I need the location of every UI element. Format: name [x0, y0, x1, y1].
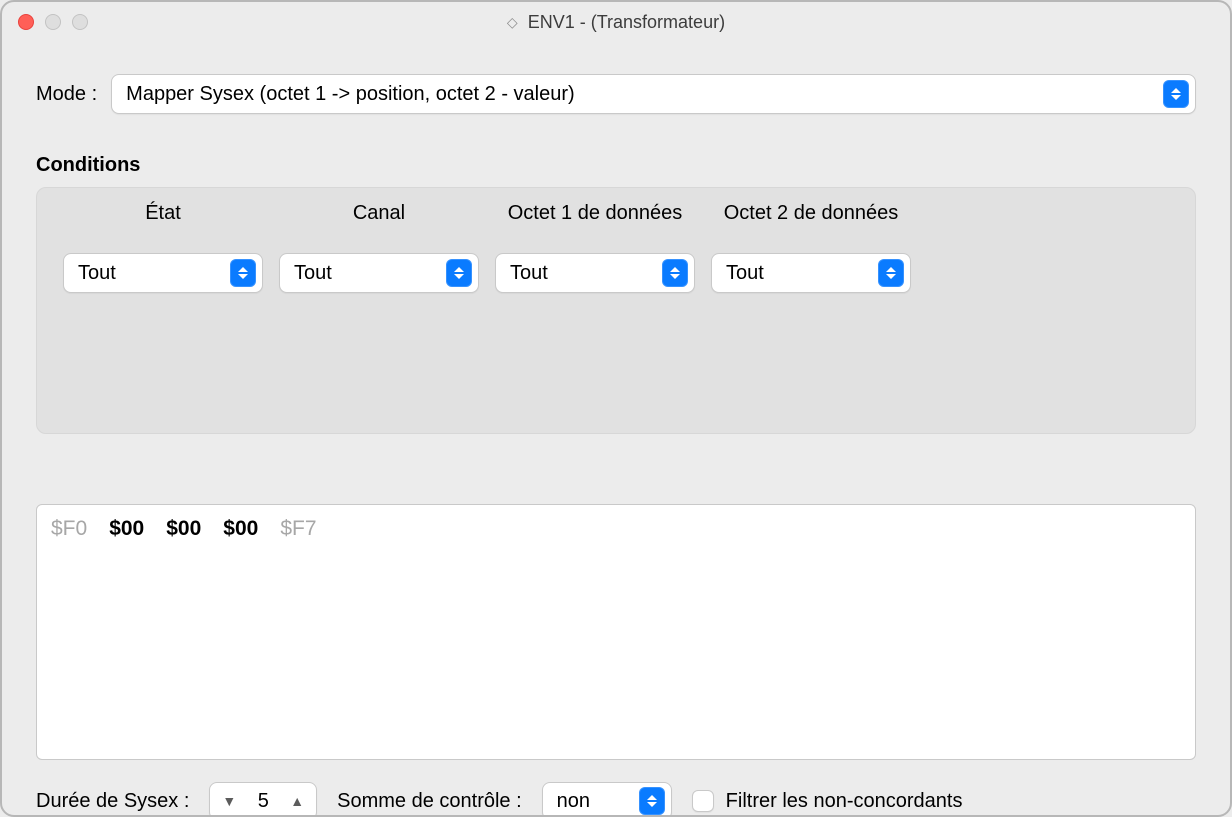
updown-arrows-icon: [446, 259, 472, 287]
sysex-byte-2[interactable]: $00: [166, 517, 201, 541]
conditions-box: État Canal Octet 1 de données Octet 2 de…: [36, 187, 1196, 434]
conditions-select-channel-value: Tout: [294, 262, 446, 285]
bottom-row: Durée de Sysex : ▼ 5 ▲ Somme de contrôle…: [36, 782, 1196, 817]
mode-row: Mode : Mapper Sysex (octet 1 -> position…: [36, 74, 1196, 114]
transformer-window: ◇ ENV1 - (Transformateur) Mode : Mapper …: [0, 0, 1232, 817]
window-content: Mode : Mapper Sysex (octet 1 -> position…: [2, 42, 1230, 817]
sysex-byte-start: $F0: [51, 517, 87, 541]
checksum-select[interactable]: non: [542, 782, 672, 817]
conditions-grid: État Canal Octet 1 de données Octet 2 de…: [63, 198, 1169, 293]
filter-nonmatch-label: Filtrer les non-concordants: [726, 790, 963, 813]
window-title: ENV1 - (Transformateur): [528, 12, 725, 33]
minimize-window-button[interactable]: [45, 14, 61, 30]
conditions-select-channel[interactable]: Tout: [279, 253, 479, 293]
sysex-byte-3[interactable]: $00: [223, 517, 258, 541]
close-window-button[interactable]: [18, 14, 34, 30]
sysex-bytes-area[interactable]: $F0 $00 $00 $00 $F7: [36, 504, 1196, 760]
updown-arrows-icon: [230, 259, 256, 287]
sysex-length-label: Durée de Sysex :: [36, 790, 189, 813]
sysex-byte-end: $F7: [280, 517, 316, 541]
chevron-up-icon[interactable]: ▲: [290, 794, 304, 808]
updown-arrows-icon: [639, 787, 665, 815]
checksum-select-value: non: [557, 790, 639, 813]
conditions-col-header-data2: Octet 2 de données: [711, 198, 911, 237]
conditions-select-data2-value: Tout: [726, 262, 878, 285]
conditions-select-status[interactable]: Tout: [63, 253, 263, 293]
conditions-select-status-value: Tout: [78, 262, 230, 285]
document-proxy-icon[interactable]: ◇: [507, 15, 518, 29]
sysex-bytes-row: $F0 $00 $00 $00 $F7: [51, 517, 1181, 541]
updown-arrows-icon: [662, 259, 688, 287]
chevron-down-icon[interactable]: ▼: [222, 794, 236, 808]
sysex-length-stepper[interactable]: ▼ 5 ▲: [209, 782, 317, 817]
checkbox-box-icon: [692, 790, 714, 812]
conditions-select-data1[interactable]: Tout: [495, 253, 695, 293]
sysex-length-value: 5: [254, 790, 272, 813]
filter-nonmatch-checkbox[interactable]: Filtrer les non-concordants: [692, 790, 963, 813]
sysex-byte-1[interactable]: $00: [109, 517, 144, 541]
conditions-select-data1-value: Tout: [510, 262, 662, 285]
conditions-col-header-status: État: [63, 198, 263, 237]
conditions-col-header-data1: Octet 1 de données: [495, 198, 695, 237]
window-titlebar: ◇ ENV1 - (Transformateur): [2, 2, 1230, 42]
conditions-select-data2[interactable]: Tout: [711, 253, 911, 293]
maximize-window-button[interactable]: [72, 14, 88, 30]
updown-arrows-icon: [1163, 80, 1189, 108]
mode-select[interactable]: Mapper Sysex (octet 1 -> position, octet…: [111, 74, 1196, 114]
updown-arrows-icon: [878, 259, 904, 287]
mode-label: Mode :: [36, 83, 97, 106]
conditions-heading: Conditions: [36, 154, 1196, 177]
traffic-light-buttons: [18, 14, 88, 30]
conditions-col-header-channel: Canal: [279, 198, 479, 237]
checksum-label: Somme de contrôle :: [337, 790, 522, 813]
mode-select-value: Mapper Sysex (octet 1 -> position, octet…: [126, 83, 1163, 106]
window-title-wrap: ◇ ENV1 - (Transformateur): [507, 12, 725, 33]
